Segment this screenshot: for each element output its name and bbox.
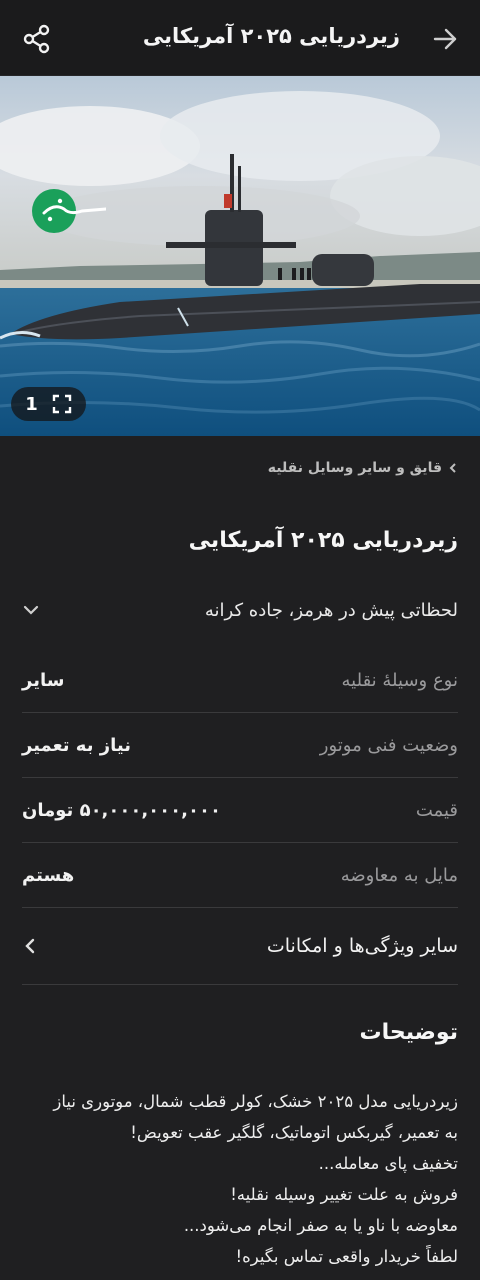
spec-label: نوع وسیلهٔ نقلیه <box>341 669 458 691</box>
spec-value: نیاز به تعمیر <box>22 734 131 756</box>
spec-label: وضعیت فنی موتور <box>319 734 458 756</box>
description-line: لطفاً خریدار واقعی تماس بگیره! <box>235 1247 458 1266</box>
spec-row-vehicle-type: نوع وسیلهٔ نقلیه سایر <box>22 648 458 713</box>
image-count: 1 <box>25 393 38 415</box>
share-icon[interactable] <box>22 24 52 54</box>
breadcrumb-label: قایق و سایر وسایل نقلیه <box>267 460 442 476</box>
description-title: توضیحات <box>359 1020 458 1045</box>
spec-label: مایل به معاوضه <box>340 864 458 886</box>
spec-value: ۵۰,۰۰۰,۰۰۰,۰۰۰ تومان <box>22 799 221 821</box>
spec-label: قیمت <box>415 799 458 821</box>
description-text: زیردریایی مدل ۲۰۲۵ خشک، کولر قطب شمال، م… <box>22 1086 458 1272</box>
brand-logo-icon <box>32 189 106 233</box>
description-line: معاوضه با ناو یا به صفر انجام می‌شود... <box>183 1216 458 1235</box>
chevron-left-icon <box>449 463 456 473</box>
more-features-label: سایر ویژگی‌ها و امکانات <box>266 935 458 957</box>
app-bar: زیردریایی ۲۰۲۵ آمریکایی <box>0 0 480 76</box>
ad-photo[interactable] <box>0 76 480 436</box>
spec-value: هستم <box>22 864 75 886</box>
spec-row-engine-condition: وضعیت فنی موتور نیاز به تعمیر <box>22 713 458 778</box>
gallery-fullscreen-button[interactable]: 1 <box>11 387 86 421</box>
chevron-left-icon <box>25 938 35 954</box>
back-arrow-icon[interactable] <box>432 26 458 52</box>
description-line: تخفیف پای معامله... <box>318 1154 458 1173</box>
spec-table: نوع وسیلهٔ نقلیه سایر وضعیت فنی موتور نی… <box>22 648 458 985</box>
chevron-down-icon <box>23 605 39 615</box>
ad-title: زیردریایی ۲۰۲۵ آمریکایی <box>188 528 458 553</box>
description-line: فروش به علت تغییر وسیله نقلیه! <box>230 1185 458 1204</box>
fullscreen-icon <box>52 394 71 414</box>
location-row[interactable]: لحظاتی پیش در هرمز، جاده کرانه <box>22 592 458 628</box>
description-line: زیردریایی مدل ۲۰۲۵ خشک، کولر قطب شمال، م… <box>53 1092 458 1111</box>
page-title: زیردریایی ۲۰۲۵ آمریکایی <box>142 24 400 48</box>
location-text: لحظاتی پیش در هرمز، جاده کرانه <box>204 599 458 621</box>
ad-details: قایق و سایر وسایل نقلیه زیردریایی ۲۰۲۵ آ… <box>0 436 480 1280</box>
spec-row-exchange: مایل به معاوضه هستم <box>22 843 458 908</box>
breadcrumb[interactable]: قایق و سایر وسایل نقلیه <box>268 460 458 476</box>
description-line: به تعمیر، گیربکس اتوماتیک، گلگیر عقب تعو… <box>130 1123 458 1142</box>
spec-row-price: قیمت ۵۰,۰۰۰,۰۰۰,۰۰۰ تومان <box>22 778 458 843</box>
spec-value: سایر <box>22 669 65 691</box>
more-features-row[interactable]: سایر ویژگی‌ها و امکانات <box>22 908 458 985</box>
